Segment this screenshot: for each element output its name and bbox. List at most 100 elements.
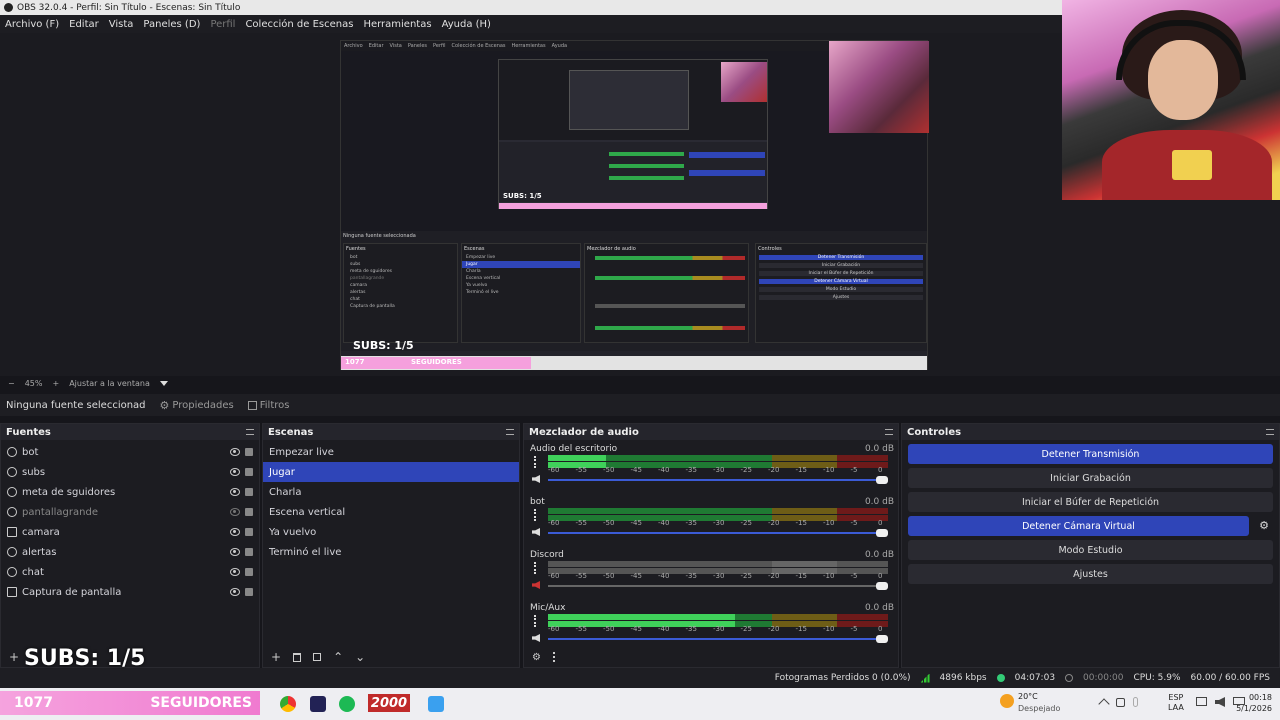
- menu-perfil[interactable]: Perfil: [210, 19, 235, 30]
- app-icon[interactable]: [428, 696, 444, 712]
- lock-icon[interactable]: [245, 508, 253, 516]
- eye-off-icon[interactable]: [230, 508, 240, 516]
- channel-menu-icon[interactable]: [534, 562, 537, 574]
- menu-coleccion-escenas[interactable]: Colección de Escenas: [245, 19, 353, 30]
- muted-speaker-icon[interactable]: [532, 581, 540, 589]
- dock-menu-icon[interactable]: [885, 429, 893, 435]
- source-name: alertas: [22, 546, 57, 558]
- menu-ayuda[interactable]: Ayuda (H): [442, 19, 491, 30]
- move-down-icon[interactable]: ⌄: [355, 650, 365, 664]
- chrome-icon[interactable]: [280, 696, 296, 712]
- lock-icon[interactable]: [245, 448, 253, 456]
- volume-slider[interactable]: [548, 476, 888, 484]
- volume-slider-handle[interactable]: [876, 582, 888, 590]
- spotify-icon[interactable]: [339, 696, 355, 712]
- gear-icon: ⚙: [159, 398, 170, 412]
- scene-item[interactable]: Jugar: [263, 462, 519, 482]
- scene-item[interactable]: Escena vertical: [263, 502, 519, 522]
- control-button[interactable]: Iniciar el Búfer de Repetición: [908, 492, 1273, 512]
- source-item[interactable]: alertas: [1, 542, 259, 562]
- clock-date: 5/1/2026: [1236, 704, 1272, 713]
- lock-icon[interactable]: [245, 548, 253, 556]
- scene-item[interactable]: Ya vuelvo: [263, 522, 519, 542]
- chevron-up-icon[interactable]: [1098, 698, 1110, 710]
- source-item[interactable]: pantallagrande: [1, 502, 259, 522]
- move-up-icon[interactable]: ⌃: [333, 650, 343, 664]
- eye-icon[interactable]: [230, 448, 240, 456]
- filters-button[interactable]: Filtros: [247, 400, 289, 411]
- eye-icon[interactable]: [230, 588, 240, 596]
- fit-window-label[interactable]: Ajustar a la ventana: [69, 379, 150, 388]
- meter-tick: -35: [685, 572, 697, 580]
- source-item[interactable]: camara: [1, 522, 259, 542]
- channel-menu-icon[interactable]: [534, 509, 537, 521]
- zoom-out-button[interactable]: −: [8, 379, 15, 388]
- channel-menu-icon[interactable]: [534, 615, 537, 627]
- trash-icon[interactable]: [293, 652, 302, 662]
- lock-icon[interactable]: [245, 468, 253, 476]
- menu-vista[interactable]: Vista: [109, 19, 134, 30]
- source-item[interactable]: subs: [1, 462, 259, 482]
- control-button[interactable]: Modo Estudio: [908, 540, 1273, 560]
- mixer-channel: Audio del escritorio 0.0 dB -60 -55 -50 -45 -4…: [524, 444, 900, 496]
- control-button[interactable]: Iniciar Grabación: [908, 468, 1273, 488]
- eye-icon[interactable]: [230, 468, 240, 476]
- lock-icon[interactable]: [245, 528, 253, 536]
- advanced-audio-gear-icon[interactable]: ⚙: [532, 652, 541, 663]
- volume-slider-handle[interactable]: [876, 635, 888, 643]
- eye-icon[interactable]: [230, 568, 240, 576]
- volume-icon[interactable]: [1215, 697, 1225, 707]
- scenes-dock: Escenas Empezar live Jugar Charla Escena ve…: [262, 423, 520, 668]
- mixer-menu-icon[interactable]: [552, 652, 556, 662]
- volume-slider[interactable]: [548, 582, 888, 590]
- network-icon[interactable]: [1196, 697, 1207, 706]
- scene-item[interactable]: Empezar live: [263, 442, 519, 462]
- lock-icon[interactable]: [245, 568, 253, 576]
- scene-item[interactable]: Terminó el live: [263, 542, 519, 562]
- speaker-icon[interactable]: [532, 528, 540, 536]
- obs-taskbar-icon[interactable]: [310, 696, 326, 712]
- meter-tick: -50: [603, 572, 615, 580]
- control-button[interactable]: Ajustes: [908, 564, 1273, 584]
- speaker-icon[interactable]: [532, 475, 540, 483]
- properties-button[interactable]: ⚙ Propiedades: [160, 399, 234, 412]
- control-button[interactable]: Detener Cámara Virtual: [908, 516, 1249, 536]
- eye-icon[interactable]: [230, 528, 240, 536]
- control-button[interactable]: Detener Transmisión: [908, 444, 1273, 464]
- scene-filters-icon[interactable]: [313, 653, 322, 661]
- scene-item[interactable]: Charla: [263, 482, 519, 502]
- volume-slider[interactable]: [548, 529, 888, 537]
- add-scene-button[interactable]: +: [271, 650, 281, 664]
- source-item[interactable]: bot: [1, 442, 259, 462]
- zoom-in-button[interactable]: +: [52, 379, 59, 388]
- source-item[interactable]: Captura de pantalla: [1, 582, 259, 602]
- followers-label: SEGUIDORES: [150, 695, 252, 711]
- weather-widget: 20°C Despejado: [1000, 690, 1070, 718]
- menu-herramientas[interactable]: Herramientas: [363, 19, 431, 30]
- source-name: Captura de pantalla: [22, 586, 122, 598]
- menu-paneles[interactable]: Paneles (D): [143, 19, 200, 30]
- mic-muted-icon[interactable]: [1116, 697, 1125, 707]
- volume-slider-handle[interactable]: [876, 529, 888, 537]
- channel-menu-icon[interactable]: [534, 456, 537, 468]
- chevron-down-icon[interactable]: [159, 380, 168, 386]
- eye-icon[interactable]: [230, 548, 240, 556]
- language-indicator[interactable]: ESP LAA: [1168, 693, 1184, 713]
- menu-editar[interactable]: Editar: [69, 19, 99, 30]
- dock-menu-icon[interactable]: [246, 429, 254, 435]
- lock-icon[interactable]: [245, 488, 253, 496]
- source-item[interactable]: chat: [1, 562, 259, 582]
- speaker-icon[interactable]: [532, 634, 540, 642]
- volume-slider-handle[interactable]: [876, 476, 888, 484]
- mic-icon[interactable]: [1133, 697, 1138, 707]
- lock-icon[interactable]: [245, 588, 253, 596]
- menu-archivo[interactable]: Archivo (F): [5, 19, 59, 30]
- source-item[interactable]: meta de sguidores: [1, 482, 259, 502]
- add-source-button[interactable]: +: [9, 650, 19, 664]
- dock-menu-icon[interactable]: [506, 429, 514, 435]
- eye-icon[interactable]: [230, 488, 240, 496]
- virtual-camera-settings-gear-icon[interactable]: ⚙: [1259, 519, 1269, 532]
- clock[interactable]: 00:18 5/1/2026: [1232, 692, 1272, 714]
- volume-slider[interactable]: [548, 635, 888, 643]
- dock-menu-icon[interactable]: [1266, 429, 1274, 435]
